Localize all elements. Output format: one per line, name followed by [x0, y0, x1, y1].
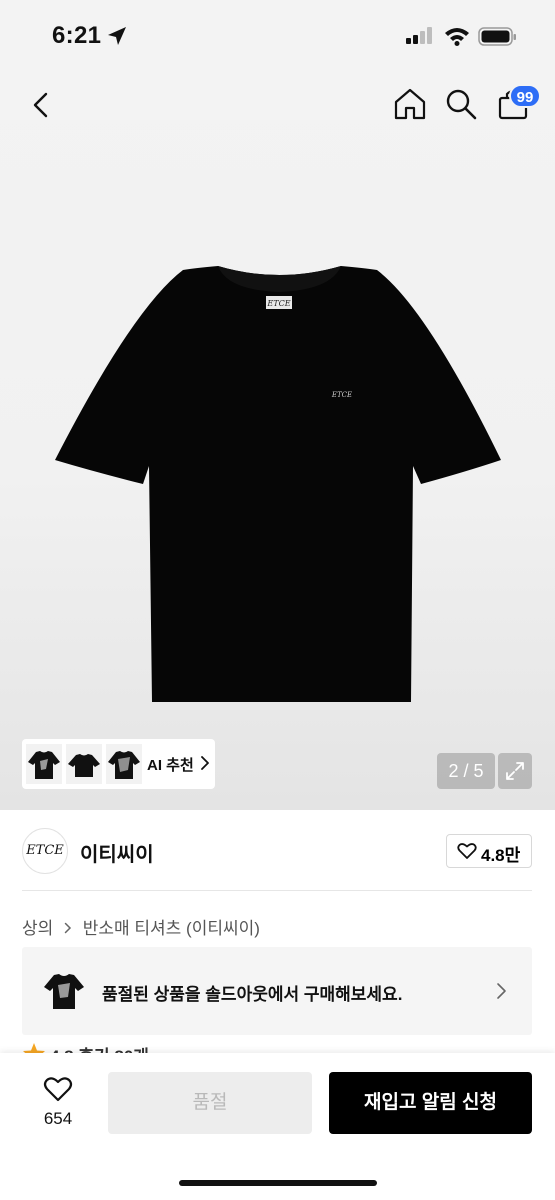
thumbnail-1[interactable]	[26, 744, 62, 784]
status-time: 6:21	[52, 22, 102, 49]
brand-like-button[interactable]: 4.8만	[446, 834, 532, 868]
divider	[22, 890, 532, 891]
breadcrumb-category[interactable]: 상의	[22, 914, 53, 939]
heart-icon	[457, 843, 477, 859]
brand-logo[interactable]: ETCE	[22, 828, 68, 874]
expand-button[interactable]	[498, 753, 532, 789]
back-chevron-icon	[33, 92, 48, 118]
tshirt-body	[55, 266, 501, 702]
heart-icon	[43, 1077, 73, 1102]
thumbnail-3[interactable]	[106, 744, 142, 784]
search-icon	[446, 89, 477, 120]
thumbnail-2[interactable]	[66, 744, 102, 784]
tshirt-thumbnail-icon	[44, 974, 84, 1009]
bottom-action-bar: 654 품절 재입고 알림 신청	[0, 1053, 555, 1200]
chest-print-text: ETCE	[331, 391, 352, 399]
wishlist-count: 654	[43, 1109, 73, 1128]
wifi-icon	[444, 26, 470, 51]
tshirt-thumbnail-icon	[108, 751, 140, 779]
page-indicator: 2 / 5	[437, 753, 495, 789]
product-image[interactable]: ETCE ETCE	[55, 266, 503, 706]
soldout-banner-text: 품절된 상품을 솔드아웃에서 구매해보세요.	[102, 985, 403, 1004]
expand-arrows-icon	[506, 762, 524, 780]
chevron-right-icon	[201, 756, 209, 770]
status-bar: 6:21	[0, 0, 555, 70]
home-button[interactable]	[393, 86, 427, 122]
soldout-banner[interactable]: 품절된 상품을 솔드아웃에서 구매해보세요.	[22, 947, 532, 1035]
neck-label-text: ETCE	[266, 299, 290, 308]
battery-icon	[478, 26, 518, 53]
thumbnail-strip[interactable]: AI 추천	[22, 739, 215, 789]
back-button[interactable]	[26, 85, 58, 125]
search-button[interactable]	[444, 86, 478, 122]
cart-badge: 99	[509, 84, 541, 108]
location-arrow-icon	[106, 25, 128, 52]
tshirt-thumbnail-icon	[68, 754, 100, 777]
ai-recommend-label[interactable]: AI 추천	[147, 754, 194, 775]
brand-name[interactable]: 이티씨이	[80, 838, 154, 867]
chevron-right-icon	[497, 983, 506, 999]
breadcrumb-subcategory[interactable]: 반소매 티셔츠 (이티씨이)	[83, 914, 260, 939]
soldout-button[interactable]: 품절	[108, 1072, 312, 1134]
wishlist-button[interactable]: 654	[30, 1073, 86, 1137]
home-indicator	[179, 1180, 377, 1186]
chevron-right-icon	[64, 919, 72, 939]
brand-like-count: 4.8만	[481, 846, 521, 865]
home-icon	[394, 88, 426, 120]
restock-alert-button[interactable]: 재입고 알림 신청	[329, 1072, 532, 1134]
tshirt-thumbnail-icon	[28, 751, 60, 779]
breadcrumb: 상의 반소매 티셔츠 (이티씨이)	[22, 914, 260, 939]
cellular-signal-icon	[405, 27, 435, 50]
